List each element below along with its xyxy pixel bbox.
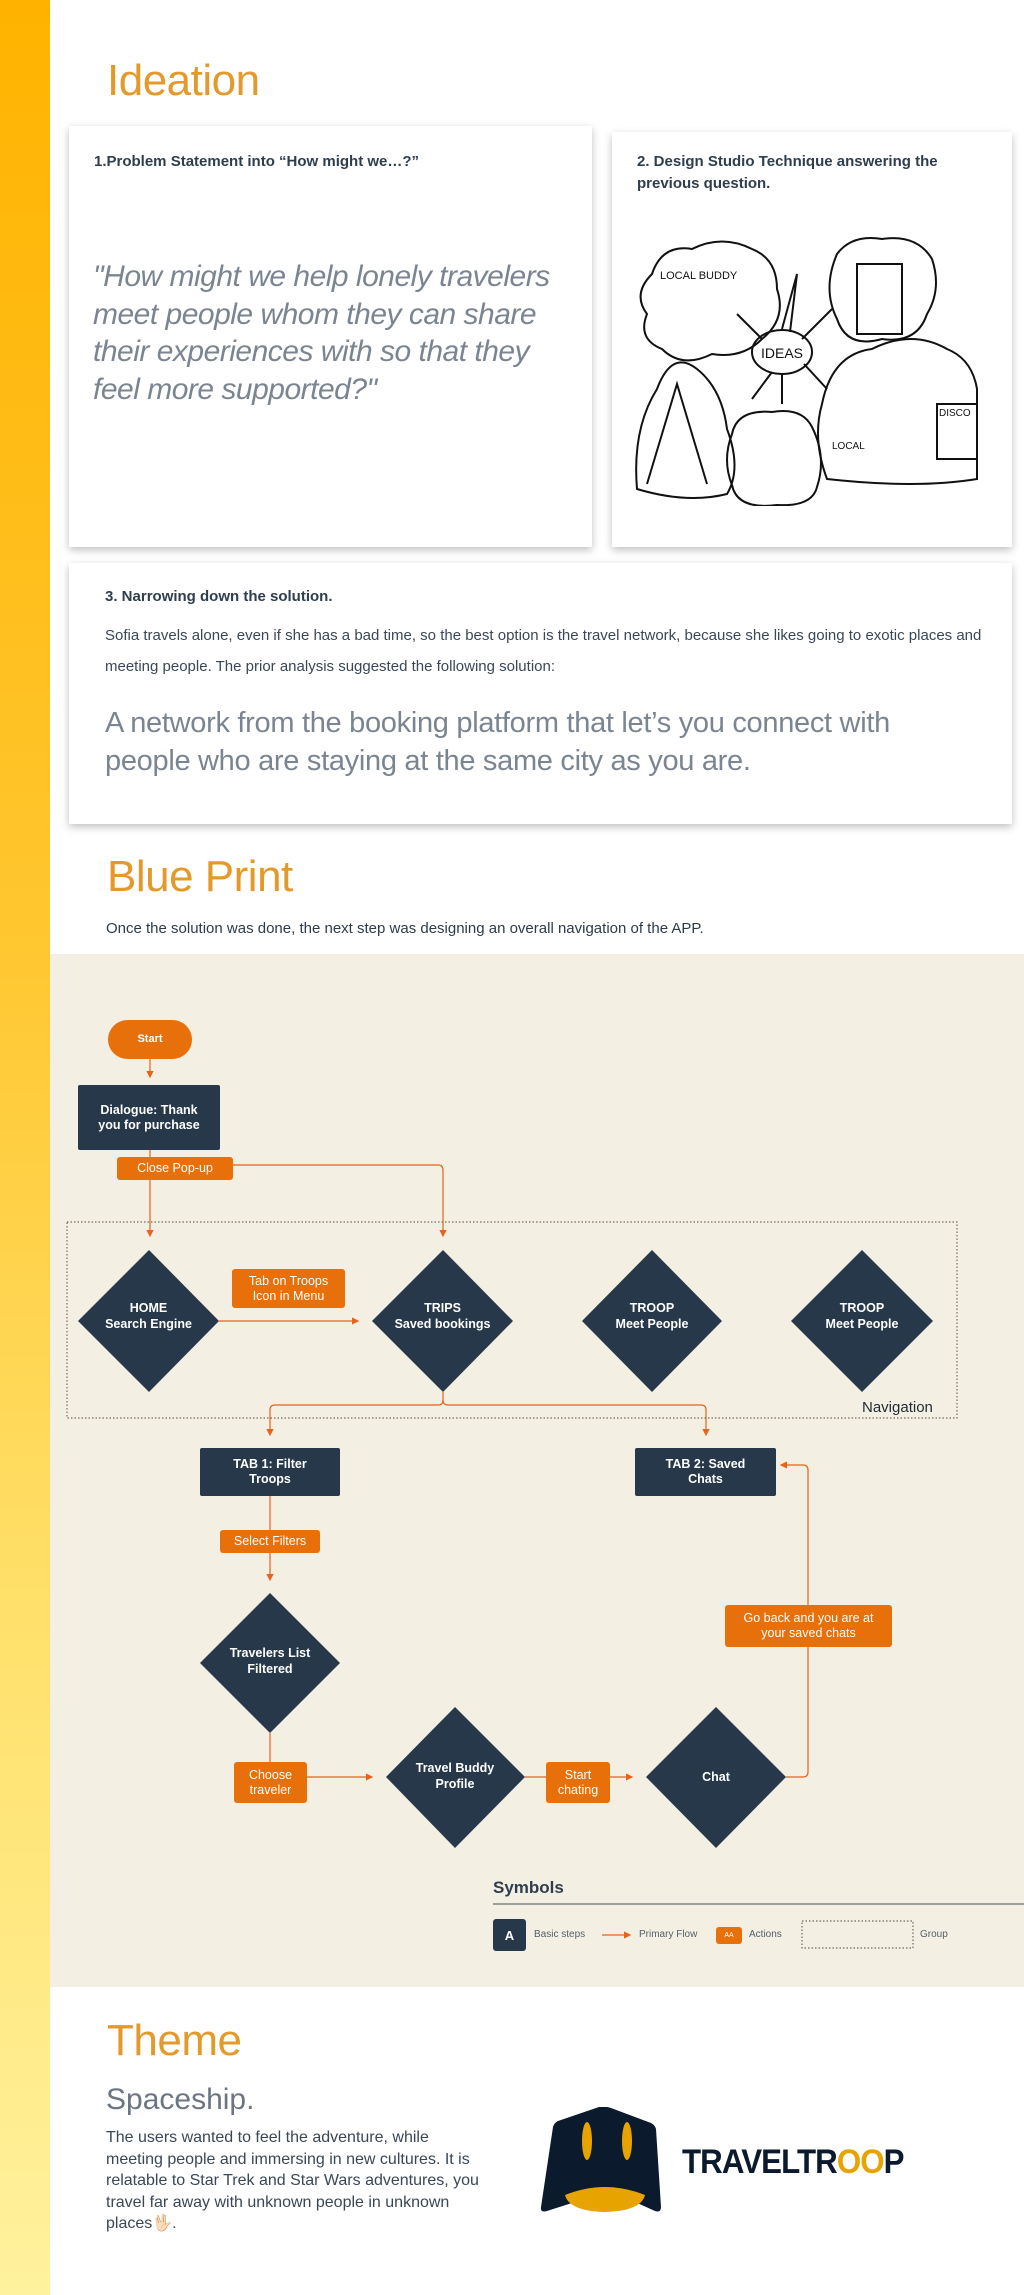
dialogue-node: Dialogue: Thank you for purchase (78, 1085, 220, 1150)
troop1-label: TROOP Meet People (582, 1300, 722, 1332)
home-title: HOME (129, 1301, 168, 1315)
legend-primary-label: Primary Flow (639, 1929, 698, 1940)
troop1-title: TROOP (629, 1301, 675, 1315)
navigation-group-label: Navigation (862, 1399, 933, 1416)
legend-actions-label: Actions (749, 1929, 782, 1940)
traveltroop-wordmark: TRAVELTROOP (682, 2143, 905, 2182)
wordmark-oo: OO (836, 2143, 885, 2181)
chat-label: Chat (702, 1770, 730, 1784)
theme-paragraph: The users wanted to feel the adventure, … (106, 2129, 479, 2232)
symbols-title: Symbols (493, 1878, 564, 1897)
theme-title: Theme (107, 2016, 242, 2065)
travelers-list-label: Travelers List Filtered (229, 1646, 311, 1676)
theme-subtitle: Spaceship. (106, 2083, 255, 2116)
start-chatting-action: Start chating (546, 1762, 610, 1803)
flow-trips-tab1 (266, 1392, 444, 1437)
home-label: HOME Search Engine (78, 1300, 219, 1332)
troop2-label: TROOP Meet People (791, 1300, 933, 1332)
legend-group-box (801, 1920, 914, 1949)
tab2-node: TAB 2: Saved Chats (635, 1448, 776, 1496)
choose-traveler-action: Choose traveler (234, 1762, 307, 1803)
tab1-node: TAB 1: Filter Troops (200, 1448, 340, 1496)
flow-popup-trips (233, 1164, 447, 1238)
troop1-subtitle: Meet People (615, 1317, 689, 1331)
trips-subtitle: Saved bookings (394, 1317, 491, 1331)
legend-basic-glyph: A (493, 1919, 526, 1951)
legend-basic-label: Basic steps (534, 1929, 586, 1940)
legend-actions-glyph: AA (716, 1927, 742, 1944)
trips-label: TRIPS Saved bookings (372, 1300, 513, 1332)
wordmark-part1: TRAVELTR (682, 2143, 838, 2181)
go-back-action: Go back and you are at your saved chats (725, 1605, 892, 1647)
traveltroop-logo-icon (540, 2107, 661, 2212)
trips-title: TRIPS (424, 1301, 461, 1315)
start-node: Start (108, 1020, 192, 1059)
tab-troops-action: Tab on Troops Icon in Menu (232, 1269, 345, 1308)
wordmark-part3: P (883, 2143, 905, 2181)
select-filters-action: Select Filters (220, 1530, 320, 1553)
legend-group-label: Group (920, 1929, 948, 1940)
troop2-title: TROOP (839, 1301, 885, 1315)
home-subtitle: Search Engine (105, 1317, 192, 1331)
buddy-profile-label: Travel Buddy Profile (415, 1761, 495, 1791)
troop2-subtitle: Meet People (825, 1317, 899, 1331)
close-popup-action: Close Pop-up (117, 1157, 233, 1180)
